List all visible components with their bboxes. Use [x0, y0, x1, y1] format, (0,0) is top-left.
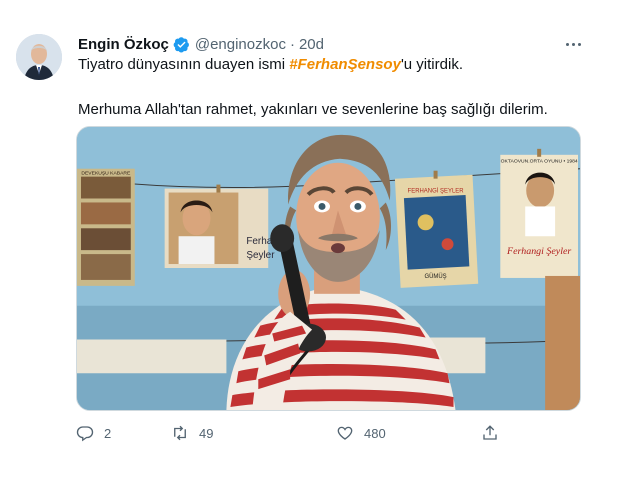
reply-count: 2	[104, 425, 112, 441]
poster-right-top: OKTAOVUN.ORTA OYUNU • 1984	[501, 159, 578, 165]
tweet-text-segment: Tiyatro dünyasının duayen ismi	[78, 56, 290, 73]
poster-photo: Ferhan Şeyler	[164, 184, 278, 269]
verified-badge-icon	[173, 36, 189, 53]
share-icon	[483, 425, 497, 440]
tweet-media-image[interactable]: DEVEKUŞU KABARE Ferhan Şeyler FERHANGİ Ş…	[76, 126, 581, 411]
tweet: Engin Özkoç @enginozkoc · 20d Tiyatro dü…	[0, 0, 618, 485]
poster-left: DEVEKUŞU KABARE	[77, 168, 135, 286]
poster-middle-sub: GÜMÜŞ	[424, 273, 446, 280]
tweet-text-line-2: Merhuma Allah'tan rahmet, yakınları ve s…	[78, 101, 548, 118]
like-button[interactable]: 480	[336, 424, 386, 442]
retweet-count: 49	[199, 425, 214, 441]
like-count: 480	[364, 425, 386, 441]
tweet-text-segment: 'u yitirdik.	[400, 56, 463, 73]
author-name[interactable]: Engin Özkoç	[78, 36, 169, 53]
poster-middle: FERHANGİ ŞEYLER GÜMÜŞ	[394, 170, 479, 288]
share-button[interactable]	[481, 424, 499, 442]
poster-right: OKTAOVUN.ORTA OYUNU • 1984 Ferhangi Şeyl…	[500, 148, 579, 278]
more-options-button[interactable]	[561, 32, 585, 56]
tweet-timestamp[interactable]: 20d	[299, 36, 324, 53]
avatar[interactable]	[16, 34, 62, 80]
author-handle[interactable]: @enginozkoc	[195, 36, 286, 53]
reply-icon	[76, 426, 94, 442]
tweet-text-line-1: Tiyatro dünyasının duayen ismi #FerhanŞe…	[78, 55, 463, 75]
more-icon	[565, 42, 569, 46]
poster-middle-title: FERHANGİ ŞEYLER	[408, 188, 465, 195]
retweet-icon	[174, 425, 186, 441]
reply-button[interactable]: 2	[76, 424, 111, 442]
separator-dot: ·	[289, 35, 295, 53]
heart-icon	[337, 426, 353, 440]
retweet-button[interactable]: 49	[171, 424, 213, 442]
poster-photo-text-2: Şeyler	[246, 250, 275, 261]
tweet-actions: 2 49 480	[76, 424, 581, 446]
poster-left-title: DEVEKUŞU KABARE	[81, 171, 131, 177]
hashtag-link[interactable]: #FerhanŞensoy	[289, 56, 401, 73]
poster-right-title: Ferhangi Şeyler	[506, 246, 571, 257]
tweet-header: Engin Özkoç @enginozkoc · 20d	[78, 34, 324, 54]
